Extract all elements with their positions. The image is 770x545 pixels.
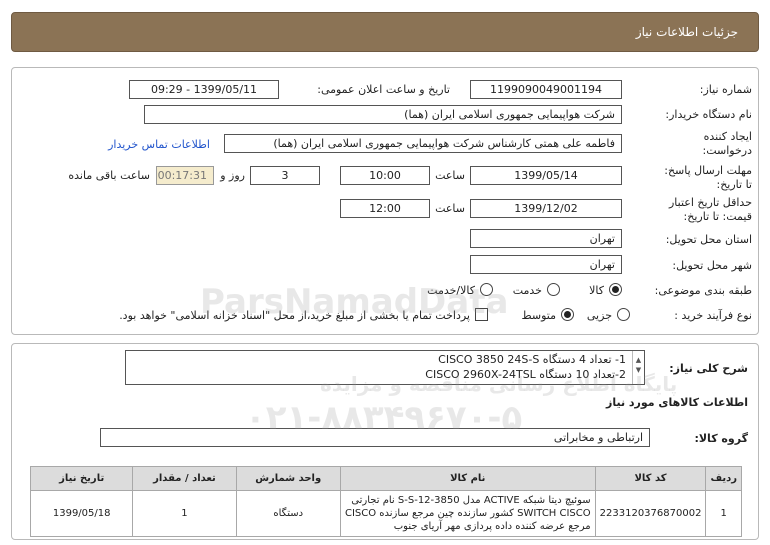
province-field: تهران — [470, 229, 622, 248]
contact-link[interactable]: اطلاعات تماس خریدار — [108, 138, 210, 151]
buyer-label: نام دستگاه خریدار: — [665, 108, 752, 121]
purchase-option-medium: متوسط — [521, 309, 556, 322]
watermark-text: پایگاه اطلاع رسانی مناقصه و مزایده — [320, 372, 678, 396]
creator-label-2: درخواست: — [702, 144, 752, 157]
cell-date: 1399/05/18 — [29, 490, 134, 537]
goods-info-title: اطلاعات کالاهای مورد نیاز — [606, 396, 748, 409]
purchase-radio-minor[interactable] — [617, 308, 630, 321]
deadline-date-field: 1399/05/14 — [470, 166, 622, 185]
items-table: ردیف کد کالا نام کالا واحد شمارش تعداد /… — [29, 466, 742, 537]
watermark-phone: ۰۲۱-۸۸۳۴۹۶۷۰-۵ — [245, 398, 523, 438]
purchase-radio-medium[interactable] — [561, 308, 574, 321]
cell-qty: 1 — [132, 490, 237, 537]
col-unit: واحد شمارش — [235, 466, 341, 491]
validity-label: حداقل تاریخ اعتبار — [668, 196, 752, 209]
deadline-time-label: ساعت — [435, 169, 465, 182]
category-option-goods: کالا — [589, 284, 604, 297]
page-header: جزئیات اطلاعات نیاز — [11, 12, 759, 52]
need-number-label: شماره نیاز: — [699, 83, 752, 96]
deadline-label: مهلت ارسال پاسخ: — [664, 164, 752, 177]
validity-time-label: ساعت — [435, 202, 465, 215]
announce-field: 1399/05/11 - 09:29 — [129, 80, 279, 99]
remaining-timer: 00:17:31 — [156, 166, 214, 185]
remaining-label: ساعت باقی مانده — [68, 169, 150, 182]
description-label: شرح کلی نیاز: — [669, 362, 748, 375]
creator-label: ایجاد کننده — [703, 130, 752, 143]
need-number-field: 1199090049001194 — [470, 80, 622, 99]
province-label: استان محل تحویل: — [665, 233, 752, 246]
col-qty: تعداد / مقدار — [132, 466, 237, 491]
creator-field: فاطمه علی همتی کارشناس شرکت هواپیمایی جم… — [224, 134, 622, 153]
category-radio-goods[interactable] — [609, 283, 622, 296]
cell-name-line-2: SWITCH CISCO کشور سازنده چین مرجع سازنده… — [344, 508, 591, 519]
cell-code: 2233120376870002 — [594, 490, 707, 537]
announce-label: تاریخ و ساعت اعلان عمومی: — [317, 83, 450, 96]
cell-name-line-1: سوئیچ دیتا شبکه ACTIVE مدل S-S-12-3850 ن… — [351, 495, 591, 506]
category-option-service: خدمت — [512, 284, 542, 297]
table-row: 1 2233120376870002 سوئیچ دیتا شبکه ACTIV… — [29, 490, 742, 537]
page-title: جزئیات اطلاعات نیاز — [635, 25, 738, 39]
buyer-field: شرکت هواپیمایی جمهوری اسلامی ایران (هما) — [144, 105, 622, 124]
purchase-type-label: نوع فرآیند خرید : — [674, 309, 752, 322]
cell-name-line-3: مرجع عرضه کننده داده پردازی مهر آریای جن… — [393, 521, 591, 532]
cell-index: 1 — [705, 490, 742, 537]
days-label: روز و — [220, 169, 245, 182]
validity-time-field: 12:00 — [340, 199, 430, 218]
cell-unit: دستگاه — [235, 490, 341, 537]
goods-group-label: گروه کالا: — [694, 432, 748, 445]
city-field: تهران — [470, 255, 622, 274]
validity-date-field: 1399/12/02 — [470, 199, 622, 218]
city-label: شهر محل تحویل: — [672, 259, 752, 272]
category-radio-service[interactable] — [547, 283, 560, 296]
category-label: طبقه بندی موضوعی: — [654, 284, 752, 297]
col-name: نام کالا — [339, 466, 596, 491]
deadline-time-field: 10:00 — [340, 166, 430, 185]
cell-name: سوئیچ دیتا شبکه ACTIVE مدل S-S-12-3850 ن… — [339, 490, 596, 537]
days-field: 3 — [250, 166, 320, 185]
description-line-1: 1- تعداد 4 دستگاه CISCO 3850 24S-S — [438, 353, 626, 366]
col-date: تاریخ نیاز — [29, 466, 134, 491]
deadline-label-2: تا تاریخ: — [716, 178, 752, 191]
watermark-brand: ParsNamadData — [200, 282, 509, 322]
purchase-option-minor: جزیی — [586, 309, 612, 322]
col-code: کد کالا — [594, 466, 707, 491]
validity-label-2: قیمت: تا تاریخ: — [683, 210, 752, 223]
col-index: ردیف — [705, 466, 742, 491]
